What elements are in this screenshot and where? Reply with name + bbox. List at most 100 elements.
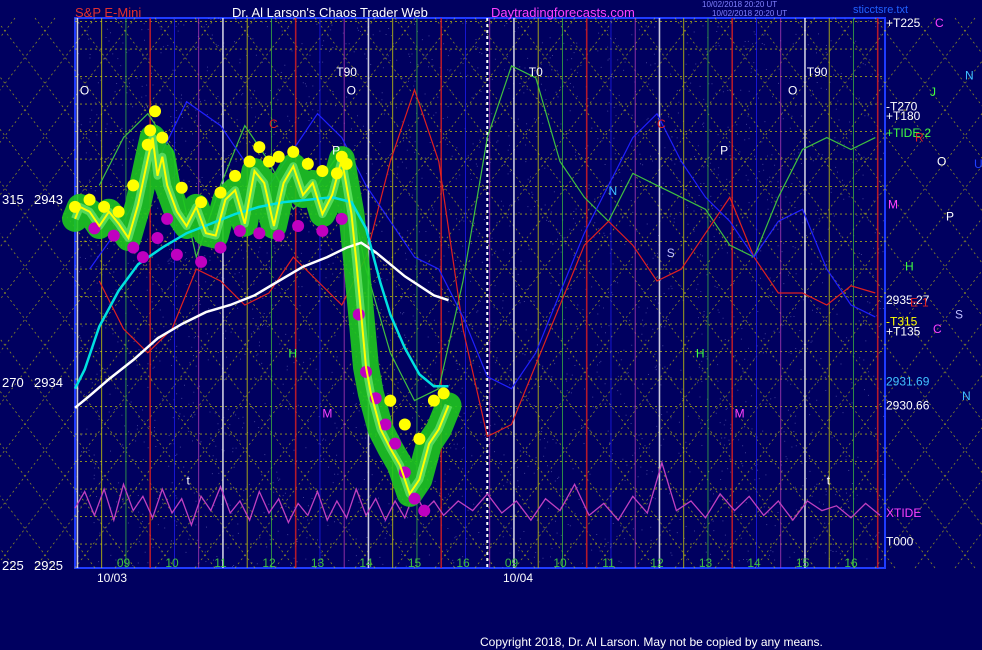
gridline-diagonal	[954, 531, 982, 569]
low-marker	[161, 212, 174, 225]
high-marker	[287, 145, 300, 158]
x-tick-label: 12	[262, 556, 276, 570]
right-level-label: +T225	[886, 16, 921, 30]
high-marker	[229, 169, 242, 182]
y-angle-label-top: 315	[2, 192, 24, 207]
chart-letter: C	[657, 117, 666, 131]
high-marker	[316, 165, 329, 178]
high-marker	[253, 141, 266, 154]
high-marker	[141, 138, 154, 151]
planet-label: C	[935, 16, 944, 30]
chart-letter: O	[788, 84, 797, 98]
file-name: sticctsre.txt	[853, 4, 909, 16]
date-label-day2: 10/04	[503, 571, 534, 585]
x-tick-label: 10	[165, 556, 179, 570]
plot-area	[74, 17, 886, 569]
timestamp-line-2: 10/02/2018 20:20 UT	[712, 9, 788, 18]
instrument-label: S&P E-Mini	[75, 5, 142, 20]
site-title: Dr. Al Larson's Chaos Trader Web	[232, 5, 428, 20]
gridline-diagonal	[0, 547, 16, 569]
high-marker	[83, 193, 96, 206]
low-marker	[233, 224, 246, 237]
right-level-label: 2931.69	[886, 374, 930, 388]
low-marker	[151, 232, 164, 244]
x-tick-label: 14	[359, 556, 373, 570]
timestamp-line-1: 10/02/2018 20:20 UT	[702, 0, 778, 9]
planet-label: H	[905, 260, 914, 274]
chart-canvas: 09 10 11 12 13 14 15 16 09 10 11 12 13 14 15 16 T90 T0 T90…	[0, 16, 982, 570]
high-marker	[195, 196, 208, 209]
high-marker	[272, 150, 285, 163]
y-tick-label-bottom: 2925	[34, 558, 63, 573]
gridline-diagonal	[0, 495, 56, 569]
x-tick-label: 09	[505, 556, 519, 570]
low-marker	[292, 220, 305, 233]
planet-label: R	[915, 131, 924, 145]
high-marker	[149, 105, 162, 118]
planet-label: M	[888, 198, 898, 212]
high-marker	[69, 200, 81, 213]
chart-letter: C	[269, 117, 278, 131]
high-marker	[214, 186, 227, 199]
planet-label: O	[937, 154, 946, 168]
x-tick-label: 16	[844, 556, 858, 570]
gridline-diagonal	[954, 17, 982, 55]
high-marker	[98, 200, 111, 213]
x-tick-label: 15	[408, 556, 422, 570]
high-marker	[384, 394, 397, 407]
high-marker	[144, 124, 157, 137]
chart-letter: O	[347, 84, 356, 98]
chart-letter: M	[322, 406, 332, 420]
right-level-label: +TIDE-2	[886, 126, 931, 140]
high-marker	[398, 418, 411, 431]
planet-label: J	[930, 85, 936, 99]
date-label-day1: 10/03	[97, 571, 128, 585]
low-marker	[136, 251, 149, 264]
chart-letter: M	[735, 406, 745, 420]
planet-label: P	[946, 209, 954, 223]
right-level-label: XTIDE	[886, 506, 921, 520]
copyright: Copyright 2018, Dr. Al Larson. May not b…	[480, 635, 823, 649]
low-marker	[418, 504, 431, 517]
gridline-diagonal	[0, 17, 56, 91]
planet-label: S	[955, 308, 963, 322]
low-marker	[352, 308, 365, 321]
high-marker	[330, 167, 343, 180]
high-marker	[413, 432, 426, 445]
planet-label: C	[933, 322, 942, 336]
y-tick-label-top: 2943	[34, 192, 63, 207]
chart-background	[74, 17, 886, 569]
chart-letter: H	[288, 347, 297, 361]
low-marker	[107, 229, 120, 242]
site-url[interactable]: Daytradingforecasts.com	[491, 5, 635, 20]
chart-letter: P	[720, 143, 728, 157]
gridline-diagonal	[0, 17, 16, 39]
high-marker	[437, 387, 450, 400]
high-marker	[156, 131, 169, 144]
x-tick-label: 16	[456, 556, 470, 570]
x-tick-label: 13	[699, 556, 713, 570]
chart-letter: P	[332, 143, 340, 157]
planet-label: U	[974, 157, 982, 171]
x-tick-label: 15	[796, 556, 810, 570]
low-marker	[170, 248, 183, 261]
chart-letter: N	[609, 184, 618, 198]
x-tick-label: 14	[747, 556, 761, 570]
planet-label: N	[965, 68, 974, 82]
low-marker	[335, 212, 348, 225]
high-marker	[427, 394, 440, 407]
time-marker-label: T90	[807, 65, 828, 79]
x-tick-label: 11	[214, 556, 227, 570]
planet-label: E-1	[910, 296, 929, 310]
low-marker	[253, 227, 266, 240]
chart-letter: S	[667, 246, 675, 260]
high-marker	[340, 157, 353, 170]
x-tick-label: 13	[311, 556, 325, 570]
y-angle-label-bottom: 225	[2, 558, 24, 573]
low-marker	[195, 255, 208, 268]
time-marker-label: T0	[529, 65, 543, 79]
y-tick-label-mid: 2934	[34, 375, 63, 390]
y-angle-label-mid: 270	[2, 375, 24, 390]
high-marker	[127, 179, 140, 192]
low-marker	[272, 229, 285, 242]
